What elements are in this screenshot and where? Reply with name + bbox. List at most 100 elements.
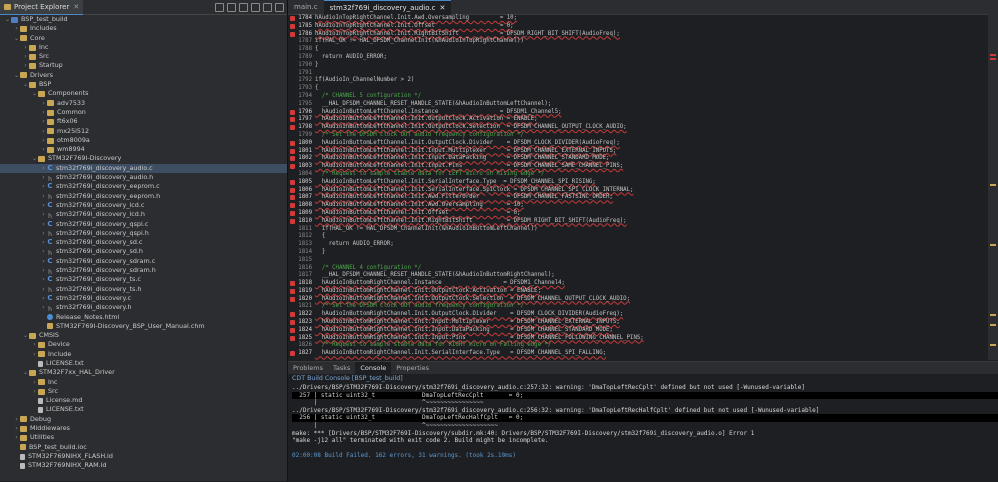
chevron-right-icon[interactable]: ›	[40, 108, 47, 117]
tab-project-explorer[interactable]: Project Explorer ✕	[0, 0, 84, 15]
tree-item[interactable]: › ft6x06	[0, 117, 287, 126]
tree-item[interactable]: Release_Notes.html	[0, 313, 287, 322]
tree-item[interactable]: › Includes	[0, 24, 287, 33]
error-icon[interactable]	[290, 312, 295, 318]
error-icon[interactable]	[290, 16, 295, 21]
tree-item[interactable]: › h stm32f769i_discovery_ts.h	[0, 285, 287, 295]
chevron-down-icon[interactable]: ⌄	[4, 15, 11, 24]
tree-item[interactable]: › Src	[0, 387, 287, 396]
chevron-right-icon[interactable]: ›	[40, 257, 47, 266]
chevron-right-icon[interactable]: ›	[40, 145, 47, 154]
warning-marker[interactable]	[990, 324, 996, 326]
chevron-right-icon[interactable]: ›	[31, 378, 38, 387]
chevron-right-icon[interactable]: ›	[40, 127, 47, 136]
tree-item[interactable]: › h stm32f769i_discovery_lcd.h	[0, 210, 287, 220]
warning-marker[interactable]	[990, 344, 996, 346]
chevron-right-icon[interactable]: ›	[40, 285, 47, 294]
chevron-right-icon[interactable]: ›	[40, 229, 47, 238]
menu-icon[interactable]	[251, 2, 260, 12]
tree-item[interactable]: › Common	[0, 108, 287, 117]
minimize-icon[interactable]	[263, 2, 272, 12]
tree-item[interactable]: License.md	[0, 396, 287, 405]
bottom-tab[interactable]: Properties	[391, 362, 434, 374]
tree-item[interactable]: › Inc	[0, 378, 287, 387]
error-icon[interactable]	[290, 140, 295, 146]
chevron-right-icon[interactable]: ›	[40, 266, 47, 275]
error-icon[interactable]	[290, 281, 295, 287]
chevron-right-icon[interactable]: ›	[31, 350, 38, 359]
chevron-right-icon[interactable]: ›	[40, 275, 47, 284]
error-icon[interactable]	[290, 218, 295, 224]
bottom-tab[interactable]: Tasks	[328, 362, 355, 374]
bottom-tab[interactable]: Console	[355, 362, 392, 374]
tree-item[interactable]: › h stm32f769i_discovery_eeprom.h	[0, 192, 287, 202]
tree-item[interactable]: STM32F769NIHX_RAM.ld	[0, 461, 287, 470]
chevron-right-icon[interactable]: ›	[40, 210, 47, 219]
tree-item[interactable]: › Startup	[0, 61, 287, 70]
error-icon[interactable]	[290, 156, 295, 162]
tree-item[interactable]: › adv7533	[0, 99, 287, 108]
error-marker[interactable]	[990, 54, 996, 56]
tree-item[interactable]: › Cstm32f769i_discovery_sdram.c	[0, 257, 287, 266]
tree-item[interactable]: › Cstm32f769i_discovery_eeprom.c	[0, 182, 287, 191]
error-icon[interactable]	[290, 148, 295, 154]
link-editor-icon[interactable]	[227, 2, 236, 12]
tree-item[interactable]: ⌄ BSP_test_build	[0, 15, 287, 24]
chevron-down-icon[interactable]: ⌄	[22, 368, 29, 377]
tree-item[interactable]: › Cstm32f769i_discovery_lcd.c	[0, 201, 287, 210]
tree-item[interactable]: ⌄ BSP	[0, 80, 287, 89]
tree-item[interactable]: BSP_test_build.ioc	[0, 443, 287, 452]
filter-icon[interactable]	[239, 2, 248, 12]
chevron-right-icon[interactable]: ›	[40, 182, 47, 191]
chevron-right-icon[interactable]: ›	[40, 303, 47, 312]
tree-item[interactable]: › Cstm32f769i_discovery_audio.c	[0, 163, 287, 174]
chevron-right-icon[interactable]: ›	[40, 136, 47, 145]
overview-ruler[interactable]	[988, 14, 998, 360]
chevron-right-icon[interactable]: ›	[22, 52, 29, 61]
tree-item[interactable]: LICENSE.txt	[0, 359, 287, 368]
chevron-right-icon[interactable]: ›	[40, 247, 47, 256]
tree-item[interactable]: › h stm32f769i_discovery_audio.h	[0, 173, 287, 183]
chevron-right-icon[interactable]: ›	[22, 43, 29, 52]
tree-item[interactable]: STM32F769I-Discovery_BSP_User_Manual.chm	[0, 322, 287, 331]
error-icon[interactable]	[290, 203, 295, 209]
error-icon[interactable]	[290, 109, 295, 115]
chevron-right-icon[interactable]: ›	[40, 99, 47, 108]
chevron-down-icon[interactable]: ⌄	[31, 154, 38, 163]
chevron-right-icon[interactable]: ›	[40, 201, 47, 210]
error-icon[interactable]	[290, 179, 295, 185]
tree-item[interactable]: › Debug	[0, 415, 287, 424]
chevron-down-icon[interactable]: ⌄	[13, 71, 20, 80]
tree-item[interactable]: STM32F769NIHX_FLASH.ld	[0, 452, 287, 461]
tree-item[interactable]: › Cstm32f769i_discovery_ts.c	[0, 275, 287, 284]
editor-tab[interactable]: stm32f769i_discovery_audio.c ✕	[323, 0, 452, 15]
chevron-right-icon[interactable]: ›	[40, 192, 47, 201]
bottom-tab[interactable]: Problems	[288, 362, 328, 374]
error-icon[interactable]	[290, 187, 295, 193]
tree-item[interactable]: ⌄ Core	[0, 34, 287, 43]
error-icon[interactable]	[290, 210, 295, 216]
tree-item[interactable]: ⌄ Components	[0, 89, 287, 98]
chevron-down-icon[interactable]: ⌄	[13, 34, 20, 43]
tree-item[interactable]: › mx25l512	[0, 127, 287, 136]
tree-item[interactable]: LICENSE.txt	[0, 405, 287, 414]
error-icon[interactable]	[290, 296, 295, 302]
tree-item[interactable]: ⌄ Drivers	[0, 71, 287, 80]
tree-item[interactable]: › Cstm32f769i_discovery_qspi.c	[0, 220, 287, 229]
tree-item[interactable]: › h stm32f769i_discovery_sd.h	[0, 247, 287, 257]
tree-item[interactable]: › wm8994	[0, 145, 287, 154]
chevron-right-icon[interactable]: ›	[13, 24, 20, 33]
error-icon[interactable]	[290, 195, 295, 201]
chevron-right-icon[interactable]: ›	[31, 340, 38, 349]
close-icon[interactable]: ✕	[73, 3, 79, 11]
collapse-all-icon[interactable]	[215, 2, 224, 12]
tree-item[interactable]: › Device	[0, 340, 287, 349]
tree-item[interactable]: › Cstm32f769i_discovery.c	[0, 294, 287, 303]
editor-tab[interactable]: main.c	[288, 0, 324, 14]
tree-item[interactable]: › Include	[0, 350, 287, 359]
tree-item[interactable]: ⌄ STM32F7xx_HAL_Driver	[0, 368, 287, 377]
chevron-down-icon[interactable]: ⌄	[22, 80, 29, 89]
tree-item[interactable]: › Inc	[0, 43, 287, 52]
maximize-icon[interactable]	[275, 2, 284, 12]
chevron-right-icon[interactable]: ›	[22, 61, 29, 70]
